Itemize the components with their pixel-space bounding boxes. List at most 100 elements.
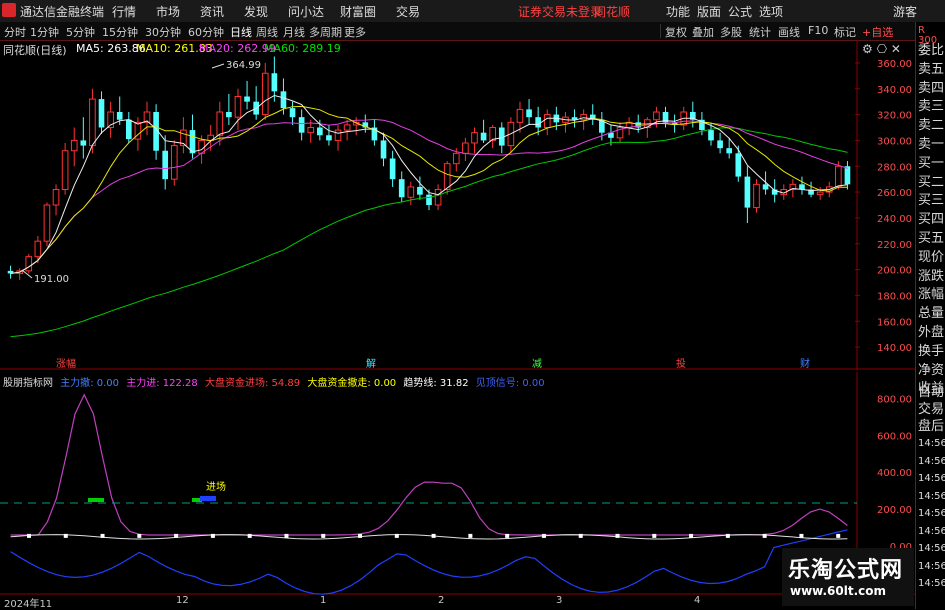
tab-period-8[interactable]: 月线 bbox=[283, 24, 305, 40]
candle-down bbox=[280, 91, 287, 109]
indicator-field-2: 大盘资金进场: 54.89 bbox=[204, 378, 301, 389]
ma10-name: MA10 bbox=[136, 42, 168, 55]
indicator-chart[interactable]: 进场 800.00600.00400.00200.000.00-200.00 bbox=[0, 372, 915, 595]
candle-down bbox=[398, 179, 405, 198]
event-marker-invest[interactable]: 投 bbox=[676, 357, 686, 370]
candle-up bbox=[334, 129, 342, 141]
candle-down bbox=[744, 176, 751, 208]
f10-button[interactable]: F10 bbox=[808, 24, 828, 37]
candle-up bbox=[407, 186, 415, 198]
tab-period-6[interactable]: 日线 bbox=[230, 24, 252, 40]
y-tick-label: 180.00 bbox=[877, 291, 912, 302]
candle-up bbox=[70, 139, 78, 152]
ma60-name: MA60 bbox=[264, 42, 296, 55]
ma5-name: MA5 bbox=[76, 42, 101, 55]
mark-button[interactable]: 标记 bbox=[834, 24, 856, 40]
candle-up bbox=[261, 72, 269, 116]
signal-bar bbox=[200, 496, 216, 501]
menu-formula[interactable]: 公式 bbox=[728, 3, 752, 20]
candle-down bbox=[125, 119, 132, 140]
event-marker-surge[interactable]: 涨幅 bbox=[56, 357, 76, 370]
field-label: 大盘资金撤走 bbox=[307, 378, 368, 389]
overlay-button[interactable]: 叠加 bbox=[692, 24, 714, 40]
indicator-field-3: 大盘资金撤走: 0.00 bbox=[307, 378, 397, 389]
signal-bar bbox=[88, 498, 104, 502]
candle-down bbox=[289, 108, 296, 118]
trend-dot bbox=[284, 533, 289, 538]
menu-markets[interactable]: 市场 bbox=[156, 3, 180, 20]
side-item-5: 卖一 bbox=[918, 137, 945, 152]
candle-down bbox=[226, 112, 232, 118]
period-toolbar: 分时 1分钟 5分钟 15分钟 30分钟 60分钟 日线 周线 月线 多周期 更… bbox=[0, 22, 945, 41]
field-value: 54.89 bbox=[271, 378, 301, 389]
tab-period-9[interactable]: 多周期 bbox=[309, 24, 342, 40]
menu-layout[interactable]: 版面 bbox=[697, 3, 721, 20]
side-item-11: 现价 bbox=[918, 249, 945, 265]
tab-period-4[interactable]: 30分钟 bbox=[145, 24, 181, 40]
draw-line-button[interactable]: 画线 bbox=[778, 24, 800, 40]
side-item-14: 总量 bbox=[918, 306, 945, 322]
candle-down bbox=[535, 117, 541, 128]
trend-dot bbox=[541, 533, 546, 538]
candle-down bbox=[98, 99, 105, 128]
tab-period-3[interactable]: 15分钟 bbox=[102, 24, 138, 40]
field-label: 大盘资金进场 bbox=[204, 378, 265, 389]
candle-up bbox=[61, 150, 69, 190]
field-value: 122.28 bbox=[162, 378, 198, 389]
trend-dot bbox=[210, 533, 215, 538]
chart-settings-icons[interactable]: ⚙ ⎔ ✕ bbox=[862, 42, 901, 56]
event-marker-unlock[interactable]: 解 bbox=[366, 357, 376, 370]
event-marker-finance[interactable]: 财 bbox=[800, 357, 810, 370]
tab-period-5[interactable]: 60分钟 bbox=[188, 24, 224, 40]
side-bottom-0[interactable]: 自动 bbox=[918, 384, 944, 401]
candle-down bbox=[162, 150, 169, 180]
indicator-name[interactable]: 股朋指标网 bbox=[3, 378, 53, 389]
trend-dot bbox=[358, 533, 363, 538]
menu-options[interactable]: 选项 bbox=[759, 3, 783, 20]
candle-down bbox=[526, 109, 532, 118]
side-bottom-8: 14:56 bbox=[918, 525, 945, 537]
menu-ask[interactable]: 问小达 bbox=[288, 3, 324, 20]
candle-up bbox=[52, 189, 60, 206]
app-name: 通达信金融终端 bbox=[20, 5, 105, 19]
indicator-y-tick: 800.00 bbox=[877, 394, 912, 405]
quote-side-panel: R 300 委比 卖五 卖四 卖三 卖二 卖一 买一 买二 买三 买四 买五 现价 涨跌 涨幅 总量 外盘 换手… bbox=[915, 22, 945, 609]
broker-label[interactable]: 同花顺 bbox=[594, 3, 630, 20]
y-tick-label: 320.00 bbox=[877, 111, 912, 122]
tab-period-0[interactable]: 分时 bbox=[4, 24, 26, 40]
multi-stock-button[interactable]: 多股 bbox=[720, 24, 742, 40]
side-item-7: 买二 bbox=[918, 174, 945, 190]
field-label: 主力进 bbox=[126, 378, 157, 389]
tab-period-1[interactable]: 1分钟 bbox=[30, 24, 59, 40]
main-force-entry-line bbox=[10, 393, 848, 536]
tab-period-2[interactable]: 5分钟 bbox=[66, 24, 95, 40]
event-marker-reduce[interactable]: 减 bbox=[532, 358, 542, 370]
menu-news[interactable]: 资讯 bbox=[200, 3, 224, 20]
statistics-button[interactable]: 统计 bbox=[749, 24, 771, 40]
field-value: 0.00 bbox=[522, 378, 545, 389]
tab-period-10[interactable]: 更多 bbox=[344, 24, 366, 40]
candle-up bbox=[471, 132, 478, 144]
menu-discover[interactable]: 发现 bbox=[244, 3, 268, 20]
candle-down bbox=[244, 96, 250, 102]
candle-up bbox=[653, 111, 660, 121]
login-notice[interactable]: 证券交易未登录 bbox=[518, 3, 602, 20]
guest-label[interactable]: 游客 bbox=[893, 3, 917, 20]
trend-dot bbox=[689, 533, 694, 538]
trend-dot bbox=[505, 533, 510, 538]
restore-rights-button[interactable]: 复权 bbox=[665, 24, 687, 40]
date-label: 1 bbox=[320, 595, 327, 606]
candle-down bbox=[380, 140, 387, 159]
side-bottom-10: 14:56 bbox=[918, 560, 945, 572]
add-watchlist-button[interactable]: +自选 bbox=[862, 24, 893, 40]
menu-market[interactable]: 行情 bbox=[112, 3, 136, 20]
trend-dot bbox=[174, 533, 179, 538]
trend-dot bbox=[394, 533, 399, 538]
tab-period-7[interactable]: 周线 bbox=[256, 24, 278, 40]
symbol-label: 同花顺(日线) bbox=[3, 44, 67, 57]
candle-down bbox=[480, 132, 487, 141]
menu-wealth[interactable]: 财富圈 bbox=[340, 3, 376, 20]
kline-chart[interactable]: 360.00 340.00 320.00 300.00 280.00 260.00 240.… bbox=[0, 40, 915, 370]
menu-function[interactable]: 功能 bbox=[666, 3, 690, 20]
menu-trade[interactable]: 交易 bbox=[396, 3, 420, 20]
